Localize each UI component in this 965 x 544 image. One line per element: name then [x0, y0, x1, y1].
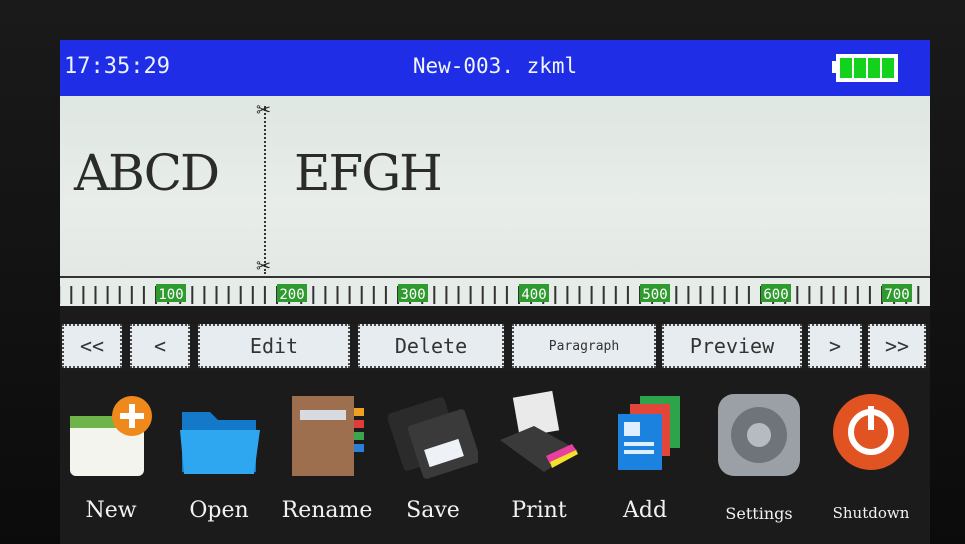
label-text-segment-2[interactable]: EFGH	[294, 144, 443, 202]
app-label: Settings	[725, 504, 793, 523]
edit-button[interactable]: Edit	[198, 324, 350, 368]
previous-button[interactable]: <	[130, 324, 190, 368]
add-pages-icon	[618, 396, 680, 470]
battery-icon	[836, 54, 898, 82]
paragraph-button[interactable]: Paragraph	[512, 324, 656, 368]
preview-button[interactable]: Preview	[662, 324, 802, 368]
ruler-label: 400	[521, 287, 546, 303]
app-add[interactable]: Add	[590, 380, 700, 544]
status-bar: 17:35:29 New-003. zkml	[60, 40, 930, 96]
app-label: Save	[406, 498, 460, 523]
battery-cell	[840, 58, 852, 78]
first-page-button[interactable]: <<	[62, 324, 122, 368]
gear-icon	[718, 394, 800, 476]
label-text-segment-1[interactable]: ABCD	[74, 144, 220, 202]
app-new[interactable]: New	[60, 380, 166, 544]
next-button[interactable]: >	[808, 324, 862, 368]
ruler-label: 200	[279, 287, 304, 303]
ruler-scale: 100 200 300 400 500 600 700	[60, 284, 920, 304]
app-print[interactable]: Print	[484, 380, 594, 544]
scissors-icon: ✂	[256, 256, 272, 277]
ruler-label: 600	[763, 287, 788, 303]
ruler-label: 500	[642, 287, 667, 303]
file-name: New-003. zkml	[412, 54, 578, 78]
scissors-icon: ✂	[256, 100, 272, 121]
app-settings[interactable]: Settings	[704, 380, 814, 544]
power-icon	[833, 394, 909, 470]
app-label: Print	[511, 498, 567, 523]
new-file-icon	[70, 396, 152, 476]
cut-line	[264, 106, 266, 274]
ruler-label: 100	[158, 287, 183, 303]
app-label: Add	[622, 498, 668, 523]
device-screen: 17:35:29 New-003. zkml ABCD ✂ ✂ EFGH 100…	[60, 40, 930, 544]
battery-cell	[868, 58, 880, 78]
app-label: Shutdown	[832, 504, 910, 522]
app-save[interactable]: Save	[378, 380, 488, 544]
ruler: 100 200 300 400 500 600 700	[60, 276, 930, 306]
app-shutdown[interactable]: Shutdown	[816, 380, 926, 544]
app-label: Rename	[281, 498, 373, 523]
delete-button[interactable]: Delete	[358, 324, 504, 368]
app-label: Open	[189, 498, 249, 523]
folder-icon	[180, 412, 260, 474]
battery-cell	[882, 58, 894, 78]
last-page-button[interactable]: >>	[868, 324, 926, 368]
edit-toolbar: << < Edit Delete Paragraph Preview > >>	[60, 324, 930, 370]
app-dock: New Open Rename Save Print Add Settings …	[60, 370, 930, 544]
ruler-label: 700	[884, 287, 909, 303]
app-label: New	[85, 498, 137, 523]
printer-icon	[500, 390, 578, 472]
floppy-disk-icon	[388, 397, 478, 479]
label-canvas[interactable]: ABCD ✂ ✂ EFGH	[60, 96, 930, 276]
ruler-label: 300	[400, 287, 425, 303]
battery-cell	[854, 58, 866, 78]
app-rename[interactable]: Rename	[272, 380, 382, 544]
book-icon	[292, 396, 364, 476]
app-open[interactable]: Open	[164, 380, 274, 544]
